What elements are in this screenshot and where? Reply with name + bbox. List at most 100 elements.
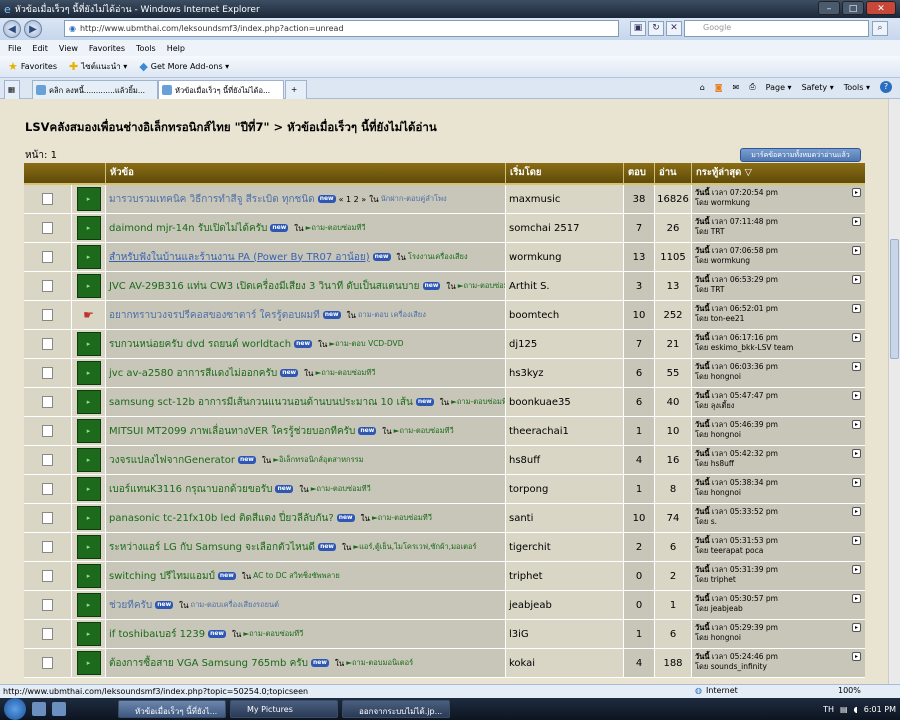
- last-poster-link[interactable]: hongnoi: [711, 372, 741, 381]
- last-post-icon[interactable]: ▸: [852, 623, 861, 632]
- maximize-button[interactable]: □: [842, 1, 864, 15]
- topic-link[interactable]: if toshibaเบอร์ 1239: [109, 627, 205, 642]
- start-button[interactable]: [4, 698, 26, 720]
- starter-link[interactable]: Arthit S.: [509, 281, 550, 292]
- last-post-icon[interactable]: ▸: [852, 362, 861, 371]
- quick-tabs-button[interactable]: ▦: [4, 80, 20, 99]
- topic-link[interactable]: daimond mjr-14n รับเปิดไม่ได้ครับ: [109, 221, 267, 236]
- topic-link[interactable]: มารวบรวมเทคนิค วิธีการทำสีจู สีระเบิด ทุ…: [109, 192, 315, 207]
- new-badge[interactable]: new: [422, 282, 441, 290]
- last-post-icon[interactable]: ▸: [852, 275, 861, 284]
- topic-link[interactable]: วงจรแปลงไฟจากGenerator: [109, 453, 235, 468]
- last-post-icon[interactable]: ▸: [852, 391, 861, 400]
- print-icon[interactable]: ⎙: [749, 82, 755, 92]
- back-button[interactable]: ◀: [3, 20, 21, 38]
- starter-link[interactable]: tigerchit: [509, 542, 551, 553]
- topic-link[interactable]: JVC AV-29B316 แท่น CW3 เปิดเครื่องมีเสีย…: [109, 279, 420, 294]
- search-icon[interactable]: ⌕: [872, 21, 888, 36]
- board-link[interactable]: ►ถาม-ตอบซ่อมทีวี: [311, 483, 371, 495]
- topic-link[interactable]: อยากทราบวงจรปรีคอสของซาตาร์ ใครรู้ตอบผมท…: [109, 308, 320, 323]
- search-input[interactable]: Google: [684, 20, 869, 37]
- starter-link[interactable]: maxmusic: [509, 194, 560, 205]
- starter-link[interactable]: santi: [509, 513, 533, 524]
- last-poster-link[interactable]: sounds_infinity: [711, 662, 767, 671]
- tab-1[interactable]: คลิก ลงหนี้.............แล้วยิ้ม...: [32, 80, 158, 99]
- show-desktop-icon[interactable]: [32, 702, 46, 716]
- starter-link[interactable]: l3iG: [509, 629, 529, 640]
- topic-link[interactable]: รบกวนหน่อยครับ dvd รถยนต์ worldtach: [109, 337, 291, 352]
- topic-link[interactable]: ระหว่างแอร์ LG กับ Samsung จะเลือกตัวไหน…: [109, 540, 315, 555]
- new-badge[interactable]: new: [358, 427, 377, 435]
- last-poster-link[interactable]: TRT: [711, 285, 725, 294]
- board-link[interactable]: ►ถาม-ตอบซ่อมทีวี: [394, 425, 454, 437]
- starter-link[interactable]: hs3kyz: [509, 368, 544, 379]
- last-post-icon[interactable]: ▸: [852, 304, 861, 313]
- last-poster-link[interactable]: triphet: [711, 575, 736, 584]
- board-link[interactable]: ►ถาม-ตอบซ่อมทีวี: [243, 628, 303, 640]
- topic-link[interactable]: เบอร์แทนK3116 กรุณาบอกด้วยขอรับ: [109, 482, 272, 497]
- menu-edit[interactable]: Edit: [32, 44, 48, 53]
- network-icon[interactable]: ▤: [840, 705, 848, 714]
- page-menu[interactable]: Page ▾: [766, 83, 792, 92]
- header-last-post[interactable]: กระทู้ล่าสุด ▽: [692, 163, 865, 183]
- new-badge[interactable]: new: [155, 601, 174, 609]
- last-poster-link[interactable]: s.: [711, 517, 717, 526]
- vertical-scrollbar[interactable]: [888, 99, 900, 684]
- menu-favorites[interactable]: Favorites: [89, 44, 125, 53]
- board-link[interactable]: ถาม-ตอบเครื่องเสียงรถยนต์: [191, 599, 279, 611]
- menu-view[interactable]: View: [59, 44, 78, 53]
- board-link[interactable]: ►ถาม-ตอบมอนิเตอร์: [346, 657, 413, 669]
- new-badge[interactable]: new: [310, 659, 329, 667]
- new-badge[interactable]: new: [415, 398, 434, 406]
- last-poster-link[interactable]: hs8uff: [711, 459, 734, 468]
- board-link[interactable]: ►แอร์,ตู้เย็น,ไมโครเวฟ,ซักผ้า,มอเตอร์: [353, 541, 476, 553]
- board-link[interactable]: ►อิเล็กทรอนิกส์อุตสาหกรรม: [273, 454, 363, 466]
- board-link[interactable]: ►ถาม-ตอบ VCD-DVD: [329, 338, 403, 350]
- topic-link[interactable]: ต้องการซื้อสาย VGA Samsung 765mb ครับ: [109, 656, 308, 671]
- board-link[interactable]: นักฝาก-ตอบคู่ลำโพง: [381, 193, 447, 205]
- topic-link[interactable]: สำหรับฟังในบ้านและร้านงาน PA (Power By T…: [109, 250, 370, 265]
- suggested-sites-button[interactable]: ✚ ไซต์แนะนำ ▾: [69, 60, 127, 73]
- starter-link[interactable]: jeabjeab: [509, 600, 552, 611]
- language-indicator[interactable]: TH: [823, 705, 834, 714]
- mail-icon[interactable]: ✉: [733, 83, 740, 92]
- starter-link[interactable]: boomtech: [509, 310, 559, 321]
- last-post-icon[interactable]: ▸: [852, 188, 861, 197]
- new-badge[interactable]: new: [317, 195, 336, 203]
- new-badge[interactable]: new: [217, 572, 236, 580]
- refresh-button[interactable]: ↻: [648, 21, 664, 36]
- last-poster-link[interactable]: hongnoi: [711, 430, 741, 439]
- new-badge[interactable]: new: [322, 311, 341, 319]
- volume-icon[interactable]: ◖: [854, 705, 858, 714]
- new-badge[interactable]: new: [294, 340, 312, 348]
- last-poster-link[interactable]: wormkung: [711, 198, 750, 207]
- new-tab-button[interactable]: +: [285, 80, 307, 99]
- scroll-thumb[interactable]: [890, 239, 899, 359]
- new-badge[interactable]: new: [208, 630, 226, 638]
- starter-link[interactable]: triphet: [509, 571, 543, 582]
- topic-link[interactable]: samsung sct-12b อาการมีเส้นกวนแนวนอนด้าน…: [109, 395, 413, 410]
- last-poster-link[interactable]: ton-ee21: [711, 314, 745, 323]
- new-badge[interactable]: new: [270, 224, 289, 232]
- minimize-button[interactable]: –: [818, 1, 840, 15]
- new-badge[interactable]: new: [372, 253, 391, 261]
- new-badge[interactable]: new: [280, 369, 299, 377]
- menu-help[interactable]: Help: [167, 44, 185, 53]
- favorites-button[interactable]: ★ Favorites: [8, 60, 57, 73]
- zoom-level[interactable]: 100%: [838, 686, 861, 695]
- taskbar-item-pictures[interactable]: My Pictures: [230, 700, 338, 718]
- topic-link[interactable]: jvc av-a2580 อาการสีแดงไม่ออกครับ: [109, 366, 277, 381]
- topic-pages[interactable]: « 1 2 »: [339, 195, 367, 204]
- last-poster-link[interactable]: eskimo_bkk-LSV team: [711, 343, 794, 352]
- last-post-icon[interactable]: ▸: [852, 333, 861, 342]
- topic-link[interactable]: switching ปรีไทมแอมป์: [109, 569, 215, 584]
- new-badge[interactable]: new: [237, 456, 256, 464]
- header-replies[interactable]: ตอบ: [624, 163, 655, 183]
- starter-link[interactable]: wormkung: [509, 252, 561, 263]
- board-link[interactable]: ►ถาม-ตอบซ่อมทีวี: [451, 396, 505, 408]
- last-poster-link[interactable]: jeabjeab: [711, 604, 743, 613]
- last-post-icon[interactable]: ▸: [852, 246, 861, 255]
- starter-link[interactable]: torpong: [509, 484, 548, 495]
- stop-button[interactable]: ✕: [666, 21, 682, 36]
- starter-link[interactable]: hs8uff: [509, 455, 540, 466]
